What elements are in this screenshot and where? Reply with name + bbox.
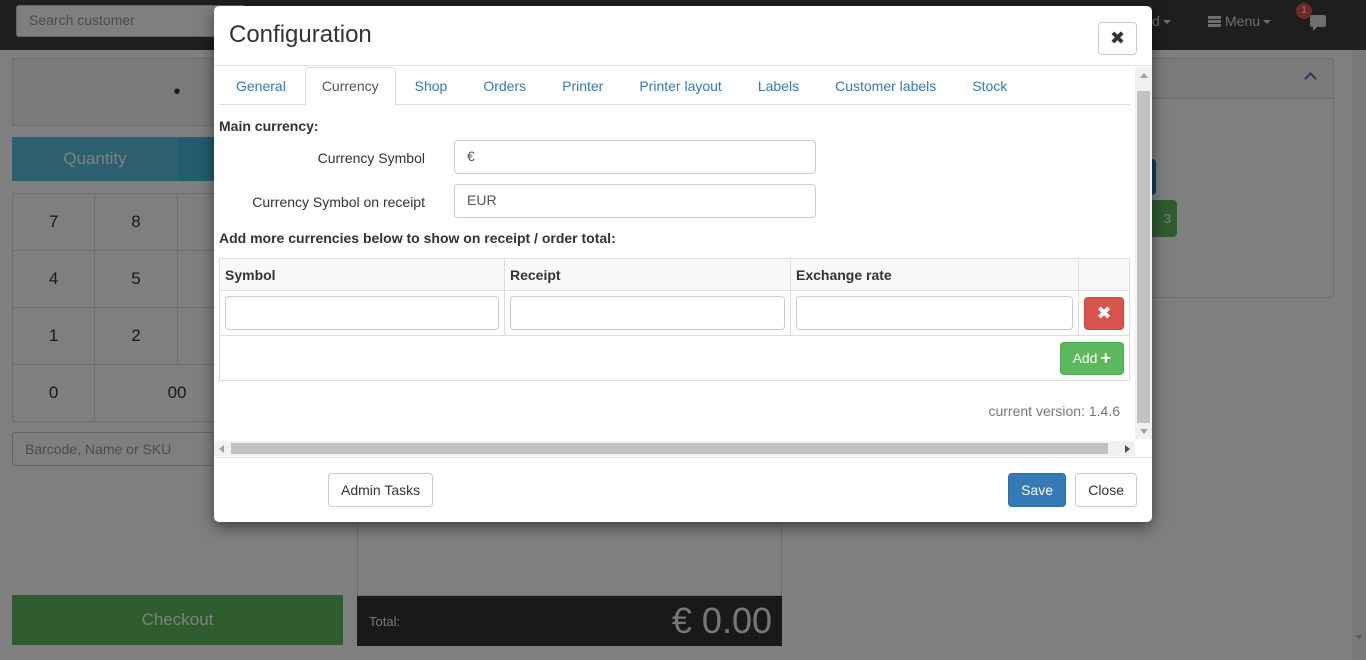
vertical-scrollbar[interactable] bbox=[1135, 67, 1152, 439]
tab-printer[interactable]: Printer bbox=[545, 67, 620, 105]
currency-symbol-input[interactable]: € bbox=[454, 140, 816, 174]
exchange-rate-input[interactable] bbox=[796, 296, 1073, 330]
receipt-symbol-input[interactable]: EUR bbox=[454, 184, 816, 218]
version-text: current version: 1.4.6 bbox=[988, 403, 1120, 419]
add-label: Add bbox=[1072, 349, 1098, 366]
vertical-scroll-thumb[interactable] bbox=[1137, 91, 1150, 423]
admin-tasks-button[interactable]: Admin Tasks bbox=[328, 473, 434, 507]
tab-general[interactable]: General bbox=[219, 67, 303, 105]
delete-row-button[interactable]: ✖ bbox=[1084, 296, 1124, 330]
column-header-exchange-rate: Exchange rate bbox=[790, 258, 1079, 291]
tab-orders[interactable]: Orders bbox=[466, 67, 543, 105]
configuration-modal: Configuration ✖ General Currency Shop Or… bbox=[214, 6, 1152, 522]
add-currency-button[interactable]: Add + bbox=[1059, 341, 1124, 375]
modal-footer: Admin Tasks Save Close bbox=[214, 457, 1152, 522]
receipt-symbol-label: Currency Symbol on receipt bbox=[252, 194, 425, 210]
tab-stock[interactable]: Stock bbox=[955, 67, 1024, 105]
close-button[interactable]: Close bbox=[1075, 473, 1137, 507]
symbol-input[interactable] bbox=[225, 296, 499, 330]
main-currency-heading: Main currency: bbox=[219, 118, 319, 134]
scroll-up-arrow-icon[interactable] bbox=[1140, 73, 1148, 78]
tab-customer-labels[interactable]: Customer labels bbox=[818, 67, 953, 105]
modal-header: Configuration ✖ bbox=[214, 6, 1152, 66]
column-header-actions bbox=[1078, 258, 1130, 291]
scroll-down-arrow-icon[interactable] bbox=[1140, 429, 1148, 434]
currency-symbol-row: Currency Symbol € bbox=[219, 140, 1130, 184]
modal-title: Configuration bbox=[229, 21, 372, 48]
tab-shop[interactable]: Shop bbox=[398, 67, 465, 105]
table-header-row: Symbol Receipt Exchange rate bbox=[219, 258, 1130, 291]
table-add-row: Add + bbox=[219, 335, 1130, 381]
close-icon[interactable]: ✖ bbox=[1098, 22, 1137, 55]
plus-icon: + bbox=[1100, 347, 1111, 368]
horizontal-scroll-thumb[interactable] bbox=[231, 443, 1108, 454]
currencies-table: Symbol Receipt Exchange rate ✖ Add + bbox=[219, 258, 1130, 381]
column-header-symbol: Symbol bbox=[219, 258, 505, 291]
horizontal-scrollbar[interactable] bbox=[214, 441, 1135, 456]
scroll-left-arrow-icon[interactable] bbox=[219, 445, 224, 453]
receipt-input[interactable] bbox=[510, 296, 785, 330]
tab-labels[interactable]: Labels bbox=[741, 67, 816, 105]
config-tabs: General Currency Shop Orders Printer Pri… bbox=[219, 67, 1130, 106]
receipt-symbol-row: Currency Symbol on receipt EUR bbox=[219, 184, 1130, 228]
tab-currency[interactable]: Currency bbox=[304, 67, 396, 106]
column-header-receipt: Receipt bbox=[504, 258, 791, 291]
scroll-right-arrow-icon[interactable] bbox=[1125, 445, 1130, 453]
more-currencies-heading: Add more currencies below to show on rec… bbox=[219, 230, 616, 246]
tab-printer-layout[interactable]: Printer layout bbox=[622, 67, 738, 105]
currency-symbol-label: Currency Symbol bbox=[317, 150, 425, 166]
modal-body: General Currency Shop Orders Printer Pri… bbox=[214, 67, 1152, 456]
table-row: ✖ bbox=[219, 290, 1130, 336]
save-button[interactable]: Save bbox=[1008, 473, 1066, 507]
